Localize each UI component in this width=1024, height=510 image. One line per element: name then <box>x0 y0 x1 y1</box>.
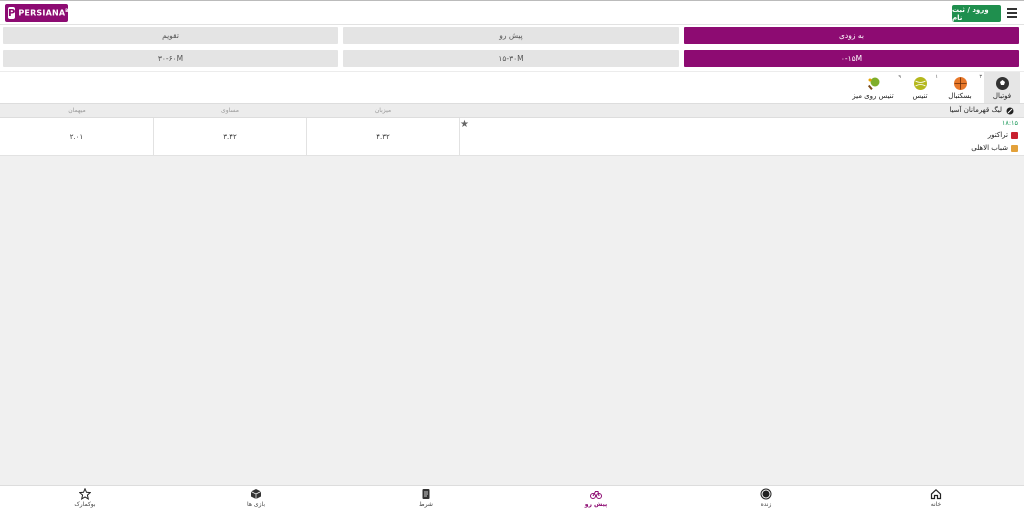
column-home: میزبان <box>374 107 392 114</box>
sport-tab-soccer[interactable]: ۳ فوتبال <box>979 72 1020 104</box>
filter-0-15m[interactable]: ۰-۱۵M <box>684 50 1019 67</box>
away-team-name: شباب الاهلی <box>971 144 1008 152</box>
betslip-icon <box>420 488 432 500</box>
top-header: P PERSIANABET ورود / ثبت نام <box>0 0 1024 25</box>
nav-upcoming[interactable]: پیش رو <box>566 488 626 508</box>
favorite-star-icon[interactable]: ★ <box>460 119 469 130</box>
nav-betslip[interactable]: شرط <box>396 488 456 508</box>
upcoming-icon <box>590 488 602 500</box>
home-team-name: تراکتور <box>987 131 1008 139</box>
nav-label: شرط <box>419 501 433 508</box>
home-team-badge-icon <box>1011 131 1018 139</box>
league-header: میزبان مساوی میهمان لیگ قهرمانان آسیا <box>0 103 1024 118</box>
sport-label: تنیس روی میز <box>852 91 894 100</box>
home-icon <box>930 488 942 500</box>
sport-tab-basketball[interactable]: ۱ بسکتبال <box>935 72 978 104</box>
live-icon <box>760 488 772 500</box>
column-draw: مساوی <box>221 107 239 114</box>
match-row[interactable]: ۲.۰۱ ۳.۴۲ ۴.۳۲ ★ ۱۸:۱۵ تراکتور شباب الاه… <box>0 118 1024 156</box>
nav-label: پیش رو <box>584 501 608 508</box>
column-away: میهمان <box>68 107 86 114</box>
away-team-badge-icon <box>1011 144 1018 152</box>
sport-tab-table-tennis[interactable]: ۹ تنیس روی میز <box>848 72 901 104</box>
sport-label: فوتبال <box>992 91 1012 100</box>
logo-mark-icon: P <box>8 7 16 19</box>
bottom-navigation: خانه زنده پیش رو شرط بازی ها بوکمارک <box>0 485 1024 510</box>
logo-text: PERSIANABET <box>18 8 75 18</box>
odd-away[interactable]: ۲.۰۱ <box>0 118 153 156</box>
sport-count: ۳ <box>979 74 982 80</box>
nav-home[interactable]: خانه <box>906 488 966 508</box>
filter-15-30m[interactable]: ۱۵-۳۰M <box>343 50 679 67</box>
match-time: ۱۸:۱۵ <box>1001 119 1018 127</box>
league-name: لیگ قهرمانان آسیا <box>949 106 1002 114</box>
filter-soon[interactable]: به زودی <box>684 27 1019 44</box>
nav-label: بازی ها <box>247 501 265 508</box>
nav-games[interactable]: بازی ها <box>226 488 286 508</box>
sport-label: بسکتبال <box>948 91 972 100</box>
sport-tab-tennis[interactable]: تنیس <box>904 72 936 104</box>
time-filters: به زودی پیش رو تقویم ۰-۱۵M ۱۵-۳۰M ۳۰-۶۰M <box>0 25 1024 71</box>
nav-label: زنده <box>760 501 772 508</box>
filter-30-60m[interactable]: ۳۰-۶۰M <box>3 50 338 67</box>
odd-home[interactable]: ۴.۳۲ <box>306 118 459 156</box>
table-tennis-icon <box>867 77 880 90</box>
filter-upcoming[interactable]: پیش رو <box>343 27 679 44</box>
away-team: شباب الاهلی <box>971 144 1018 152</box>
odd-draw[interactable]: ۳.۴۲ <box>153 118 306 156</box>
soccer-ball-icon <box>995 76 1009 90</box>
nav-bookmark[interactable]: بوکمارک <box>55 488 115 508</box>
brand-logo[interactable]: P PERSIANABET <box>5 4 74 22</box>
nav-label: بوکمارک <box>74 501 96 508</box>
tennis-ball-icon <box>913 76 927 90</box>
filter-calendar[interactable]: تقویم <box>3 27 338 44</box>
basketball-icon <box>953 76 967 90</box>
sports-tabs: ۳ فوتبال ۱ بسکتبال تنیس ۹ تنیس روی میز <box>0 71 1024 104</box>
league-flag-icon <box>1006 107 1014 115</box>
sport-count: ۹ <box>898 74 901 80</box>
star-icon <box>79 488 91 500</box>
games-cube-icon <box>250 488 262 500</box>
login-register-button[interactable]: ورود / ثبت نام <box>952 5 1001 22</box>
hamburger-menu-icon[interactable] <box>1007 8 1017 18</box>
nav-live[interactable]: زنده <box>736 488 796 508</box>
nav-label: خانه <box>930 501 942 508</box>
home-team: تراکتور <box>988 131 1018 139</box>
sport-label: تنیس <box>912 91 928 100</box>
